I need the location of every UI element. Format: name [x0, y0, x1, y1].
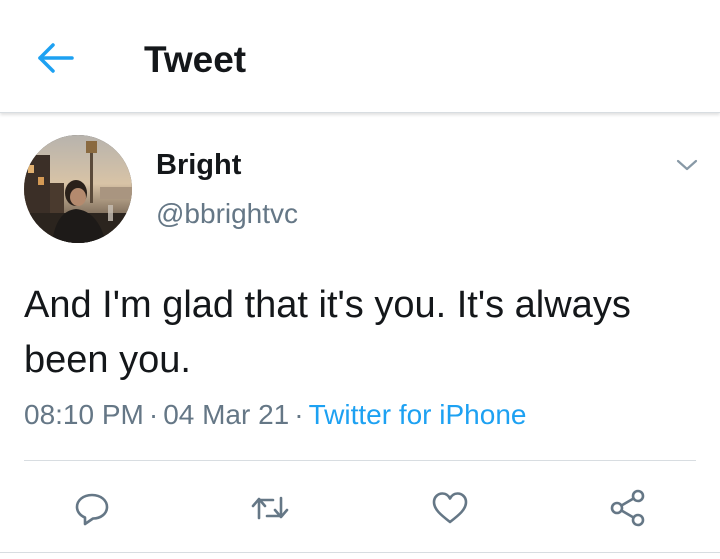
divider: [0, 552, 720, 553]
like-button[interactable]: [430, 488, 470, 528]
chevron-down-icon: [676, 159, 698, 171]
back-button[interactable]: [34, 36, 78, 80]
share-icon: [610, 489, 645, 527]
retweet-button[interactable]: [250, 488, 290, 528]
author-handle[interactable]: @bbrightvc: [156, 197, 298, 231]
top-app-bar: Tweet: [0, 0, 720, 113]
reply-button[interactable]: [72, 488, 112, 528]
author-name[interactable]: Bright: [156, 148, 241, 182]
avatar[interactable]: [24, 135, 132, 243]
avatar-photo: [24, 135, 132, 243]
tweet-time: 08:10 PM: [24, 399, 144, 430]
reply-icon: [75, 493, 109, 526]
meta-separator: ·: [294, 399, 304, 430]
heart-icon: [432, 492, 468, 524]
tweet-date: 04 Mar 21: [163, 399, 290, 430]
retweet-icon: [251, 496, 289, 520]
divider: [24, 460, 696, 461]
tweet-menu-button[interactable]: [672, 150, 702, 180]
arrow-left-icon: [38, 43, 74, 73]
share-button[interactable]: [608, 488, 648, 528]
tweet-detail-screen: Tweet Bright @bbrightvc And I'm glad tha…: [0, 0, 720, 559]
page-title: Tweet: [144, 39, 247, 80]
tweet-metadata: 08:10 PM · 04 Mar 21 · Twitter for iPhone: [24, 398, 526, 432]
tweet-source-link[interactable]: Twitter for iPhone: [309, 399, 527, 430]
tweet-text: And I'm glad that it's you. It's always …: [24, 284, 631, 381]
meta-separator: ·: [148, 399, 159, 430]
